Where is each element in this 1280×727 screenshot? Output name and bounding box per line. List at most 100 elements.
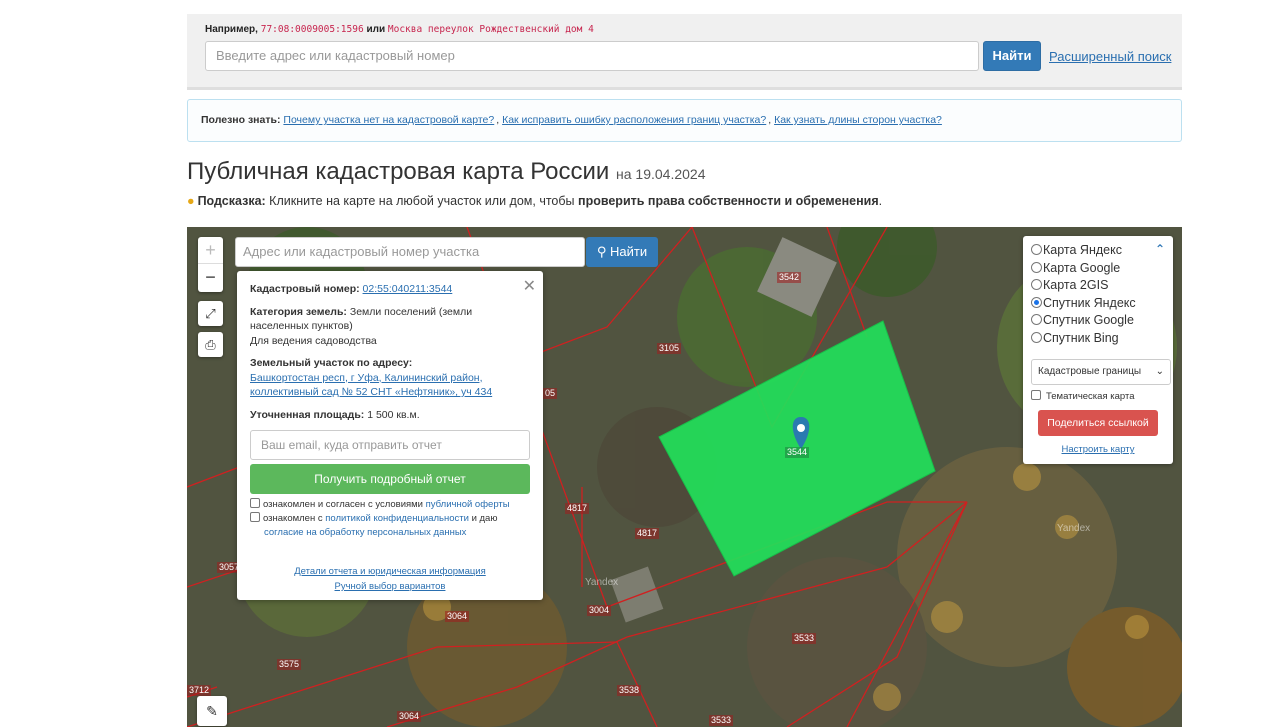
manual-selection-link[interactable]: Ручной выбор вариантов	[335, 581, 446, 592]
layer-option-label: Спутник Google	[1043, 313, 1134, 327]
useful-info-box: Полезно знать: Почему участка нет на кад…	[187, 99, 1182, 142]
consent-offer: ознакомлен и согласен с условиями публич…	[250, 498, 530, 512]
map-search-input[interactable]: Адрес или кадастровый номер участка	[235, 237, 585, 267]
layer-option[interactable]: Спутник Google	[1031, 312, 1165, 330]
address-link[interactable]: Башкортостан респ, г Уфа, Калининский ра…	[250, 372, 492, 399]
layer-option-label: Спутник Яндекс	[1043, 295, 1136, 310]
zoom-control: + −	[198, 237, 223, 292]
cadastral-map[interactable]: 3542 3105 4817 4817 3057 3064 3004 3575 …	[187, 227, 1182, 727]
thematic-map-toggle[interactable]: Тематическая карта	[1031, 390, 1165, 402]
privacy-policy-link[interactable]: политикой конфиденциальности	[325, 513, 469, 524]
info-link-why-missing[interactable]: Почему участка нет на кадастровой карте?	[283, 114, 494, 126]
layer-option-label: Спутник Bing	[1043, 330, 1119, 345]
lot-label: 3533	[709, 715, 734, 726]
personal-data-consent-link[interactable]: согласие на обработку персональных данны…	[264, 527, 466, 538]
lot-label: 3575	[277, 659, 302, 670]
search-input[interactable]: Введите адрес или кадастровый номер	[205, 41, 979, 71]
land-use-value: Для ведения садоводства	[250, 334, 377, 347]
privacy-checkbox[interactable]	[250, 512, 260, 522]
search-example: Например, 77:08:0009005:1596 или Москва …	[205, 24, 594, 35]
chevron-up-icon[interactable]: ⌃	[1155, 242, 1165, 256]
parcel-info-popup: ✕ Кадастровый номер: 02:55:040211:3544 К…	[237, 271, 543, 600]
hint: ● Подсказка: Кликните на карте на любой у…	[187, 194, 882, 208]
layer-option-label: Карта 2GIS	[1043, 278, 1109, 292]
yandex-watermark: Yandex	[1057, 523, 1091, 534]
lot-label: 4817	[635, 528, 660, 539]
lot-label: 3064	[445, 611, 470, 622]
address-label: Земельный участок по адресу:	[250, 357, 413, 369]
map-layers-panel: ⌃ Карта Яндекс Карта Google Карта 2GIS С…	[1023, 236, 1173, 464]
consent-privacy-mid: и даю	[471, 513, 498, 524]
public-offer-link[interactable]: публичной оферты	[426, 499, 510, 510]
layer-option-selected[interactable]: Спутник Яндекс	[1031, 295, 1165, 313]
land-category-label: Категория земель:	[250, 305, 347, 318]
thematic-label: Тематическая карта	[1046, 391, 1135, 402]
hint-label: Подсказка:	[197, 194, 266, 208]
cadastral-number-label: Кадастровый номер:	[250, 283, 360, 295]
thematic-checkbox[interactable]	[1031, 390, 1041, 400]
overlay-select-value: Кадастровые границы	[1038, 366, 1142, 377]
page-date: на 19.04.2024	[616, 166, 706, 182]
email-input[interactable]: Ваш email, куда отправить отчет	[250, 430, 530, 460]
lot-label: 3542	[777, 272, 802, 283]
yandex-watermark: Yandex	[585, 577, 619, 588]
lot-label: 3712	[187, 685, 212, 696]
layer-option[interactable]: Карта 2GIS	[1031, 277, 1165, 295]
overlay-select[interactable]: Кадастровые границы ⌄	[1031, 359, 1171, 385]
zoom-in-button[interactable]: +	[198, 237, 223, 264]
radio-icon[interactable]	[1031, 244, 1042, 255]
lot-label: 3105	[657, 343, 682, 354]
area-value: 1 500 кв.м.	[367, 408, 420, 421]
info-link-side-lengths[interactable]: Как узнать длины сторон участка?	[774, 114, 942, 126]
zoom-out-button[interactable]: −	[198, 264, 223, 291]
example-address[interactable]: Москва переулок Рождественский дом 4	[388, 24, 594, 35]
fullscreen-icon[interactable]: ⤢	[198, 301, 223, 326]
close-icon[interactable]: ✕	[523, 276, 536, 296]
search-panel: Например, 77:08:0009005:1596 или Москва …	[187, 14, 1182, 90]
search-button[interactable]: Найти	[983, 41, 1041, 71]
consent-privacy: ознакомлен с политикой конфиденциальност…	[250, 512, 530, 540]
page-title: Публичная кадастровая карта России на 19…	[187, 158, 705, 186]
layer-option[interactable]: Карта Яндекс	[1031, 242, 1165, 260]
area-label: Уточненная площадь:	[250, 408, 365, 421]
useful-info-label: Полезно знать:	[201, 114, 281, 126]
cadastral-number-link[interactable]: 02:55:040211:3544	[363, 283, 453, 295]
example-cadastral-code[interactable]: 77:08:0009005:1596	[261, 24, 364, 35]
advanced-search-link[interactable]: Расширенный поиск	[1049, 49, 1171, 64]
example-prefix: Например,	[205, 24, 258, 35]
configure-map-link[interactable]: Настроить карту	[1031, 444, 1165, 455]
ruler-icon[interactable]: ✎	[197, 696, 227, 726]
map-search-button[interactable]: ⚲ Найти	[586, 237, 658, 267]
hint-bold: проверить права собственности и обремене…	[578, 194, 879, 208]
layer-option[interactable]: Спутник Bing	[1031, 330, 1165, 348]
layer-option[interactable]: Карта Google	[1031, 260, 1165, 278]
chevron-down-icon: ⌄	[1155, 366, 1164, 377]
radio-icon[interactable]	[1031, 314, 1042, 325]
report-details-link[interactable]: Детали отчета и юридическая информация	[294, 566, 486, 577]
info-link-fix-boundary[interactable]: Как исправить ошибку расположения границ…	[502, 114, 766, 126]
offer-checkbox[interactable]	[250, 498, 260, 508]
get-report-button[interactable]: Получить подробный отчет	[250, 464, 530, 494]
popup-footer-links: Детали отчета и юридическая информация Р…	[250, 564, 530, 594]
lightbulb-icon: ●	[187, 194, 195, 208]
hint-end: .	[878, 194, 883, 208]
selected-lot-label: 3544	[785, 447, 810, 458]
lot-label: 3004	[587, 605, 612, 616]
lot-label: 3064	[397, 711, 422, 722]
lot-label: 3538	[617, 685, 642, 696]
search-icon: ⚲	[596, 244, 607, 259]
print-icon[interactable]: ⎙	[198, 332, 223, 357]
radio-icon[interactable]	[1031, 331, 1042, 343]
lot-label: 05	[543, 388, 558, 399]
radio-icon[interactable]	[1031, 279, 1042, 290]
hint-text: Кликните на карте на любой участок или д…	[269, 194, 575, 208]
lot-label: 4817	[565, 503, 590, 514]
layer-option-label: Карта Яндекс	[1043, 243, 1122, 257]
consent-privacy-text: ознакомлен с	[263, 513, 323, 524]
share-link-button[interactable]: Поделиться ссылкой	[1038, 410, 1158, 436]
map-search-button-label: Найти	[610, 244, 648, 259]
consent-offer-text: ознакомлен и согласен с условиями	[263, 499, 423, 510]
page-title-text: Публичная кадастровая карта России	[187, 158, 610, 185]
radio-icon[interactable]	[1031, 261, 1042, 273]
radio-selected-icon[interactable]	[1031, 296, 1042, 308]
